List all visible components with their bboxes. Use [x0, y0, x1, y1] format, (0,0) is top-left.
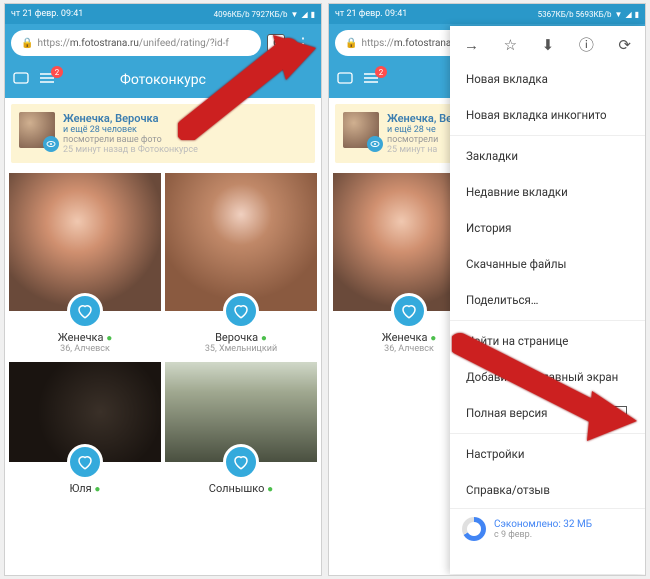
menu-toolbar: → ☆ ⬇ ⓘ ⟳ — [450, 26, 645, 61]
online-indicator: ● — [267, 484, 273, 495]
photo-card[interactable]: Верочка ● 35, Хмельницкий — [165, 173, 317, 358]
status-indicators: 4096КБ/b 7927КБ/b ▼ ◢ ▮ — [214, 10, 315, 19]
download-icon[interactable]: ⬇ — [542, 36, 555, 54]
notification-avatar — [343, 112, 379, 148]
photo-card[interactable]: Юля ● — [9, 362, 161, 499]
net-stats: 5367КБ/b 5693КБ/b — [538, 10, 612, 19]
like-button[interactable] — [67, 293, 103, 329]
notification-badge: 2 — [375, 66, 387, 78]
menu-desktop-label: Полная версия — [466, 406, 547, 420]
notification-badge: 2 — [51, 66, 63, 78]
data-saver-since: с 9 февр. — [494, 530, 592, 540]
messages-icon[interactable] — [13, 72, 29, 88]
menu-new-tab[interactable]: Новая вкладка — [450, 61, 645, 97]
star-icon[interactable]: ☆ — [504, 36, 517, 54]
status-datetime: чт 21 февр. 09:41 — [335, 9, 407, 19]
notification-viewed: посмотрели ваше фото — [63, 135, 198, 145]
status-bar: чт 21 февр. 09:41 4096КБ/b 7927КБ/b ▼ ◢ … — [5, 4, 321, 24]
notification-avatar — [19, 112, 55, 148]
menu-lines-icon[interactable]: 2 — [363, 72, 379, 88]
card-meta: 36, Алчевск — [58, 344, 113, 354]
menu-downloads[interactable]: Скачанные файлы — [450, 246, 645, 282]
url-domain: m.fotostrana.ru — [70, 38, 139, 49]
photo-grid: Женечка ● 36, Алчевск Верочка ● 35, Хмел… — [5, 169, 321, 503]
photo-image — [165, 362, 317, 462]
phone-left: чт 21 февр. 09:41 4096КБ/b 7927КБ/b ▼ ◢ … — [4, 3, 322, 576]
online-indicator: ● — [261, 333, 267, 344]
phone-right: чт 21 февр. 09:41 5367КБ/b 5693КБ/b ▼ ◢ … — [328, 3, 646, 576]
card-name: Солнышко — [209, 482, 265, 495]
url-prefix: https:// — [361, 38, 393, 49]
notification-card[interactable]: Женечка, Верочка и ещё 28 человек посмот… — [11, 104, 315, 163]
online-indicator: ● — [106, 333, 112, 344]
menu-new-incognito[interactable]: Новая вкладка инкогнито — [450, 97, 645, 133]
online-indicator: ● — [94, 484, 100, 495]
menu-bookmarks[interactable]: Закладки — [450, 138, 645, 174]
card-name: Женечка — [382, 331, 428, 344]
browser-menu: → ☆ ⬇ ⓘ ⟳ Новая вкладка Новая вкладка ин… — [450, 26, 645, 574]
wifi-icon: ▼ — [291, 10, 299, 19]
notification-more: и ещё 28 человек — [63, 125, 198, 135]
menu-help[interactable]: Справка/отзыв — [450, 472, 645, 508]
card-meta: 36, Алчевск — [382, 344, 437, 354]
battery-icon: ▮ — [635, 10, 639, 19]
photo-image — [165, 173, 317, 311]
tabs-button[interactable]: 6 — [267, 34, 285, 52]
info-icon[interactable]: ⓘ — [579, 34, 594, 55]
menu-history[interactable]: История — [450, 210, 645, 246]
notification-text: Женечка, Верочка и ещё 28 человек посмот… — [63, 112, 198, 155]
menu-recent-tabs[interactable]: Недавние вкладки — [450, 174, 645, 210]
like-button[interactable] — [223, 293, 259, 329]
data-saver-row[interactable]: Сэкономлено: 32 МБ с 9 февр. — [450, 508, 645, 549]
photo-image — [9, 173, 161, 311]
menu-desktop-site[interactable]: Полная версия — [450, 395, 645, 431]
data-saver-icon — [462, 517, 486, 541]
card-meta: 35, Хмельницкий — [205, 344, 277, 354]
menu-add-to-home[interactable]: Добавить на главный экран — [450, 359, 645, 395]
url-path: /unifeed/rating/?id-f — [139, 38, 229, 49]
photo-card[interactable]: Солнышко ● — [165, 362, 317, 499]
messages-icon[interactable] — [337, 72, 353, 88]
data-saver-amount: Сэкономлено: 32 МБ — [494, 519, 592, 530]
app-header: 2 Фотоконкурс — [5, 62, 321, 98]
url-prefix: https:// — [37, 38, 69, 49]
menu-dots-icon[interactable]: ⋮ — [291, 34, 315, 53]
menu-share[interactable]: Поделиться… — [450, 282, 645, 318]
signal-icon: ◢ — [301, 10, 307, 19]
battery-icon: ▮ — [311, 10, 315, 19]
online-indicator: ● — [430, 333, 436, 344]
menu-settings[interactable]: Настройки — [450, 436, 645, 472]
reload-icon[interactable]: ⟳ — [618, 36, 631, 54]
like-button[interactable] — [391, 293, 427, 329]
net-stats: 4096КБ/b 7927КБ/b — [214, 10, 288, 19]
photo-card[interactable]: Женечка ● 36, Алчевск — [9, 173, 161, 358]
status-datetime: чт 21 февр. 09:41 — [11, 9, 83, 19]
menu-lines-icon[interactable]: 2 — [39, 72, 55, 88]
page-title: Фотоконкурс — [120, 72, 206, 88]
browser-toolbar: 🔒 https://m.fotostrana.ru/unifeed/rating… — [5, 24, 321, 62]
notification-names: Женечка, Верочка — [63, 112, 198, 125]
forward-icon[interactable]: → — [464, 36, 479, 54]
url-field[interactable]: 🔒 https://m.fotostrana.ru/unifeed/rating… — [11, 30, 261, 56]
like-button[interactable] — [223, 444, 259, 480]
status-bar: чт 21 февр. 09:41 5367КБ/b 5693КБ/b ▼ ◢ … — [329, 4, 645, 24]
card-name: Женечка — [58, 331, 104, 344]
photo-image — [9, 362, 161, 462]
desktop-checkbox[interactable] — [613, 406, 627, 420]
like-button[interactable] — [67, 444, 103, 480]
status-indicators: 5367КБ/b 5693КБ/b ▼ ◢ ▮ — [538, 10, 639, 19]
eye-icon — [367, 136, 383, 152]
card-name: Юля — [70, 482, 92, 495]
lock-icon: 🔒 — [345, 38, 357, 49]
menu-find[interactable]: Найти на странице — [450, 323, 645, 359]
lock-icon: 🔒 — [21, 38, 33, 49]
signal-icon: ◢ — [625, 10, 631, 19]
eye-icon — [43, 136, 59, 152]
notification-ago: 25 минут назад в Фотоконкурсе — [63, 145, 198, 155]
wifi-icon: ▼ — [615, 10, 623, 19]
card-name: Верочка — [215, 331, 258, 344]
